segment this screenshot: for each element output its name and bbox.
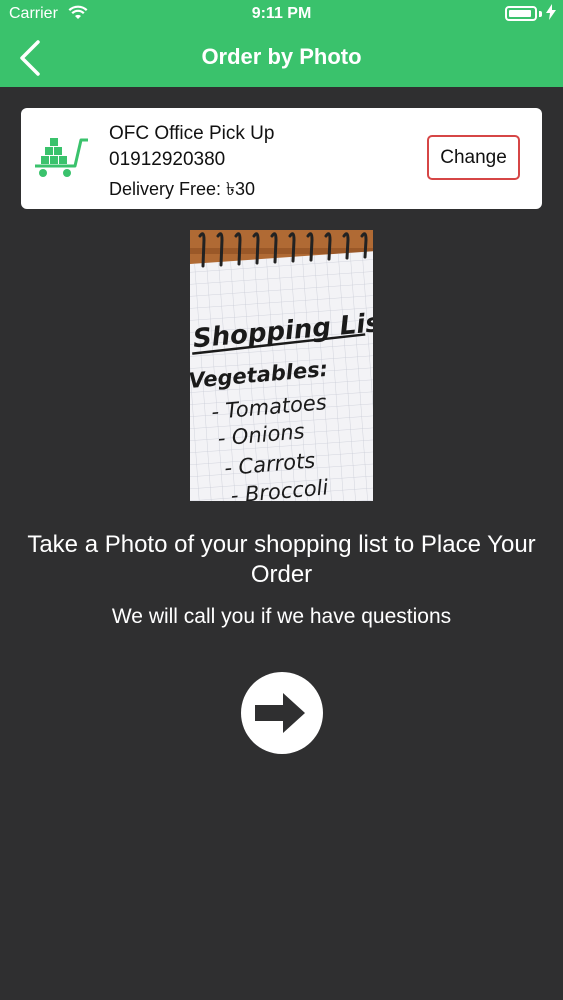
status-time: 9:11 PM: [251, 5, 312, 22]
instructions-main: Take a Photo of your shopping list to Pl…: [27, 531, 536, 588]
instructions-sub: We will call you if we have questions: [111, 605, 452, 628]
charging-bolt-icon: [546, 4, 556, 25]
cart-icon: [33, 136, 91, 185]
change-button[interactable]: Change: [427, 135, 520, 180]
store-phone: 01912920380: [109, 149, 226, 170]
store-card: OFC Office Pick Up 01912920380 Delivery …: [21, 108, 542, 209]
page-title: Order by Photo: [201, 44, 362, 69]
shopping-list-photo: Shopping List Vegetables: - Tomatoes - O…: [190, 230, 373, 501]
top-bar: Carrier 9:11 PM Order by Photo: [0, 0, 563, 87]
delivery-fee: Delivery Free: ৳30: [109, 179, 256, 199]
battery-icon: [505, 6, 537, 21]
battery-fill: [509, 10, 531, 17]
status-bar: Carrier 9:11 PM: [0, 0, 563, 28]
store-name: OFC Office Pick Up: [109, 123, 275, 144]
arrow-right-icon: [255, 693, 305, 733]
battery-tip: [539, 11, 542, 17]
next-button[interactable]: [241, 672, 323, 754]
